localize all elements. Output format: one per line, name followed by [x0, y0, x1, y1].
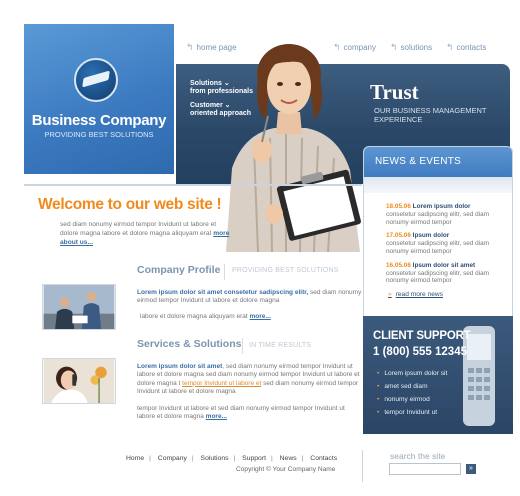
bullet-icon: • [377, 396, 380, 403]
banner-trust-title: Trust [370, 80, 419, 104]
news-item[interactable]: 17.05.06 Ipsum dolor consetetur sadipsci… [364, 230, 512, 259]
client-support-panel: CLIENT SUPPORT 1 (800) 555 12345 • Lorem … [363, 316, 513, 434]
company-profile-subtitle: PROVIDING BEST SOLUTIONS [232, 267, 339, 274]
footer-divider [362, 450, 363, 482]
logo-title: Business Company [31, 112, 167, 129]
woman-on-phone-photo [42, 358, 116, 404]
company-profile-more-link[interactable]: more... [250, 313, 271, 320]
news-events-title: NEWS & EVENTS [364, 147, 512, 177]
services-highlight-link[interactable]: tempor Invidunt ut labore et [182, 380, 261, 387]
list-item[interactable]: • nonumy eirmod [377, 396, 447, 409]
welcome-text: sed diam nonumy eirmod tempor Invidunt u… [60, 221, 230, 246]
footer-link-contacts[interactable]: Contacts [310, 455, 337, 462]
footer-link-news[interactable]: News [280, 455, 297, 462]
support-phone-number: 1 (800) 555 12345 [373, 346, 467, 358]
title-divider [242, 338, 243, 354]
nav-contacts[interactable]: ↰ contacts [446, 42, 486, 56]
nav-solutions[interactable]: ↰ solutions [390, 42, 432, 56]
bullet-icon: • [377, 370, 380, 377]
banner-trust-subtitle: OUR BUSINESS MANAGEMENT EXPERIENCE [374, 106, 487, 124]
search-label: search the site [390, 451, 446, 461]
news-item[interactable]: 16.05.06 Ipsum dolor sit amet consetetur… [364, 260, 512, 289]
business-meeting-photo [42, 284, 116, 330]
list-item[interactable]: • tempor Invidunt ut [377, 409, 447, 422]
list-item[interactable]: • Lorem ipsum dolor sit [377, 370, 447, 383]
bullet-icon: • [377, 383, 380, 390]
footer-link-home[interactable]: Home [126, 455, 144, 462]
news-item[interactable]: 18.05.06 Lorem ipsum dolor consetetur sa… [364, 201, 512, 230]
curved-arrow-icon: ↰ [186, 42, 194, 52]
services-more-link[interactable]: more... [206, 413, 227, 420]
read-more-news-link[interactable]: » read more news [364, 289, 512, 298]
company-profile-text: Lorem ipsum dolor sit amet consetetur sa… [137, 289, 362, 305]
copyright: Copyright © Your Company Name [236, 466, 336, 473]
company-profile-title: Company Profile [137, 264, 221, 276]
title-divider [224, 264, 225, 280]
welcome-title: Welcome to our web site ! [38, 196, 222, 213]
services-title: Services & Solutions [137, 338, 242, 350]
services-subtitle: IN TIME RESULTS [249, 342, 312, 349]
services-text: Lorem ipsum dolor sit amet, sed diam non… [137, 363, 360, 396]
client-support-title: CLIENT SUPPORT [373, 330, 471, 342]
bullet-icon: » [388, 291, 392, 299]
footer-links: Home | Company | Solutions | Support | News |… [126, 455, 338, 462]
search-input[interactable] [389, 463, 461, 475]
businesswoman-photo [226, 44, 361, 252]
curved-arrow-icon: ↰ [390, 42, 398, 52]
support-list: • Lorem ipsum dolor sit • amet sed diam • n… [377, 370, 447, 422]
search-button[interactable]: » [466, 464, 476, 474]
curved-arrow-icon: ↰ [446, 42, 454, 52]
list-item[interactable]: • amet sed diam [377, 383, 447, 396]
company-logo[interactable]: Business Company PROVIDING BEST SOLUTION… [24, 24, 174, 174]
footer-link-support[interactable]: Support [242, 455, 266, 462]
footer-link-company[interactable]: Company [158, 455, 187, 462]
logo-emblem-icon [74, 58, 118, 102]
footer-link-solutions[interactable]: Solutions [201, 455, 229, 462]
services-text-2: tempor Invidunt ut labore et sed diam no… [137, 405, 345, 421]
bullet-icon: • [377, 409, 380, 416]
logo-subtitle: PROVIDING BEST SOLUTIONS [44, 130, 154, 139]
company-profile-text-2: labore et dolore magna aliquyam erat mor… [140, 313, 271, 320]
welcome-divider [24, 184, 362, 186]
